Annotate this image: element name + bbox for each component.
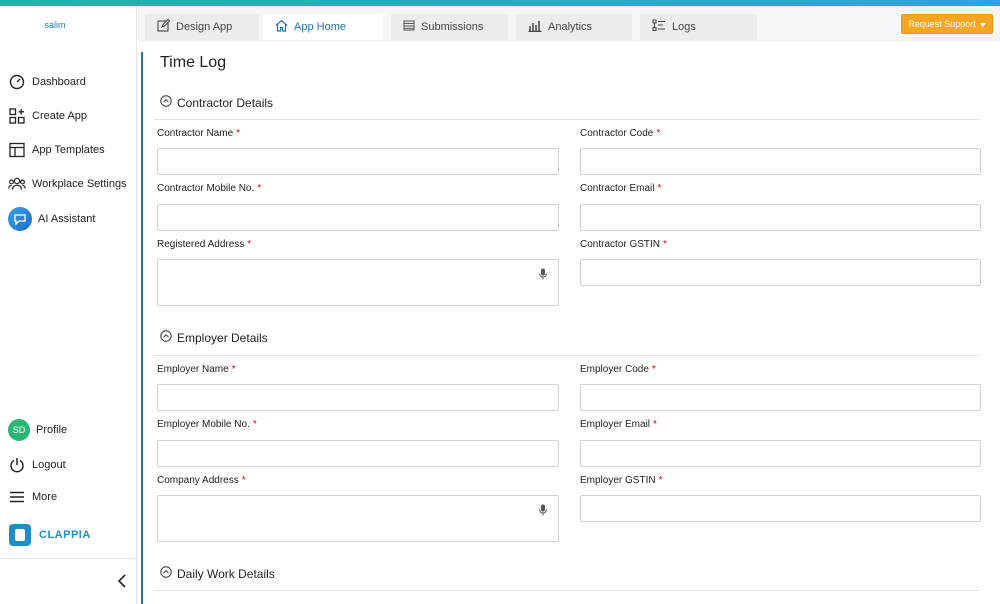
sidebar-divider [0,558,137,559]
employer-gstin-label: Employer GSTIN * [580,475,663,486]
section-divider [154,590,980,591]
contractor-code-input[interactable] [580,148,981,175]
section-daily-work-details[interactable]: Daily Work Details [160,566,275,581]
sidebar-item-label: Profile [36,424,68,436]
title-accent-bar [141,52,143,604]
sidebar-item-label: Dashboard [32,76,86,88]
employer-email-label: Employer Email * [580,419,657,430]
contractor-email-label: Contractor Email * [580,183,662,194]
dashboard-gauge-icon [8,73,26,91]
menu-icon [8,488,26,506]
contractor-mobile-input[interactable] [157,204,559,231]
users-group-icon [8,175,26,193]
sidebar-item-dashboard[interactable]: Dashboard [8,73,86,91]
contractor-code-label: Contractor Code * [580,128,661,139]
brand-name: CLAPPIA [39,529,91,541]
registered-address-textarea[interactable] [157,259,559,306]
sidebar-item-label: More [32,491,58,503]
power-icon [8,456,26,474]
create-app-grid-icon [8,107,26,125]
avatar: SD [8,419,30,441]
sidebar-item-app-templates[interactable]: App Templates [8,141,105,159]
employer-name-input[interactable] [157,384,559,411]
tab-label: Logs [672,21,696,33]
section-title: Contractor Details [177,95,274,110]
section-contractor-details[interactable]: Contractor Details [160,95,273,110]
clappia-logo-icon [9,524,31,546]
caret-down-icon [979,19,986,29]
sidebar-item-label: Workplace Settings [32,178,127,190]
collapse-circle-icon [160,330,172,345]
sidebar-item-profile[interactable]: SD Profile [8,419,67,441]
sidebar-item-label: App Templates [32,144,105,156]
employer-email-input[interactable] [580,440,981,467]
ai-assistant-icon [8,207,32,231]
chevron-left-icon [117,574,126,588]
microphone-icon[interactable] [538,268,548,280]
employer-code-input[interactable] [580,384,981,411]
microphone-icon[interactable] [538,504,548,516]
contractor-mobile-label: Contractor Mobile No. * [157,183,262,194]
tab-label: Design App [176,21,233,33]
contractor-name-label: Contractor Name * [157,128,241,139]
section-title: Daily Work Details [177,566,275,581]
section-title: Employer Details [177,330,268,345]
tab-design-app[interactable]: Design App [145,14,259,40]
edit-icon [157,18,171,35]
brand[interactable]: CLAPPIA [9,524,91,546]
bar-chart-icon [528,20,542,35]
section-divider [154,355,980,356]
sidebar-item-logout[interactable]: Logout [8,456,66,474]
tab-analytics[interactable]: Analytics [516,14,632,40]
sidebar-item-ai-assistant[interactable]: AI Assistant [8,207,95,231]
company-address-label: Company Address * [157,475,246,486]
sidebar-item-create-app[interactable]: Create App [8,107,87,125]
tab-label: Analytics [548,21,593,33]
collapse-circle-icon [160,95,172,110]
table-icon [403,20,415,34]
registered-address-label: Registered Address * [157,239,252,250]
main-content: Time Log Contractor Details Contractor N… [138,42,1000,604]
tab-label: Submissions [421,21,484,33]
contractor-gstin-label: Contractor GSTIN * [580,239,667,250]
tab-submissions[interactable]: Submissions [391,14,508,40]
contractor-email-input[interactable] [580,204,981,231]
collapse-circle-icon [160,566,172,581]
request-support-button[interactable]: Request Support [901,14,993,34]
contractor-gstin-input[interactable] [580,259,981,286]
page-title: Time Log [160,54,227,71]
section-divider [154,119,980,120]
tab-app-home[interactable]: App Home [263,14,383,40]
company-address-textarea[interactable] [157,495,559,542]
employer-mobile-label: Employer Mobile No. * [157,419,257,430]
sidebar-item-more[interactable]: More [8,488,57,506]
sidebar-item-label: AI Assistant [38,213,96,225]
employer-mobile-input[interactable] [157,440,559,467]
logs-icon [652,19,666,35]
tab-bar: Design App App Home Submissions Analytic… [138,6,1000,42]
contractor-name-input[interactable] [157,148,559,175]
workspace-name[interactable]: salim [0,20,110,30]
sidebar-item-workplace-settings[interactable]: Workplace Settings [8,175,127,193]
sidebar-item-label: Logout [32,459,66,471]
tab-label: App Home [294,21,346,33]
tab-logs[interactable]: Logs [640,14,757,40]
sidebar: salim Dashboard Create App App Templates… [0,6,137,604]
employer-code-label: Employer Code * [580,364,656,375]
request-support-label: Request Support [908,19,976,29]
employer-name-label: Employer Name * [157,364,236,375]
templates-layout-icon [8,141,26,159]
sidebar-item-label: Create App [32,110,88,122]
collapse-sidebar-button[interactable] [116,573,128,589]
section-employer-details[interactable]: Employer Details [160,330,268,345]
employer-gstin-input[interactable] [580,495,981,522]
home-icon [275,19,288,35]
